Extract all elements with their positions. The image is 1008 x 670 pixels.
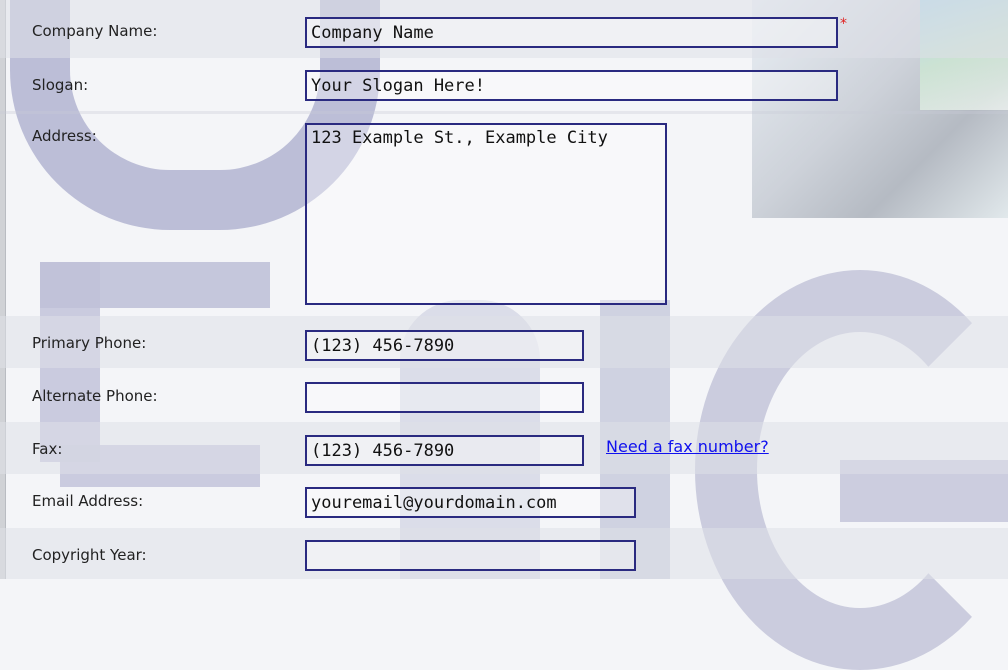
copyright-year-input[interactable] [305, 540, 636, 571]
slogan-input[interactable] [305, 70, 838, 101]
required-marker: * [840, 16, 847, 32]
primary-phone-input[interactable] [305, 330, 584, 361]
email-input[interactable] [305, 487, 636, 518]
alternate-phone-input[interactable] [305, 382, 584, 413]
fax-input[interactable] [305, 435, 584, 466]
left-border [0, 0, 6, 579]
address-label: Address: [32, 127, 97, 145]
address-textarea[interactable]: 123 Example St., Example City [305, 123, 667, 305]
email-label: Email Address: [32, 492, 144, 510]
company-name-input[interactable] [305, 17, 838, 48]
need-fax-number-link[interactable]: Need a fax number? [606, 437, 769, 456]
copyright-year-label: Copyright Year: [32, 546, 147, 564]
fax-label: Fax: [32, 440, 63, 458]
row-divider [0, 111, 1008, 114]
slogan-label: Slogan: [32, 76, 89, 94]
company-name-label: Company Name: [32, 22, 158, 40]
primary-phone-label: Primary Phone: [32, 334, 147, 352]
alternate-phone-label: Alternate Phone: [32, 387, 158, 405]
